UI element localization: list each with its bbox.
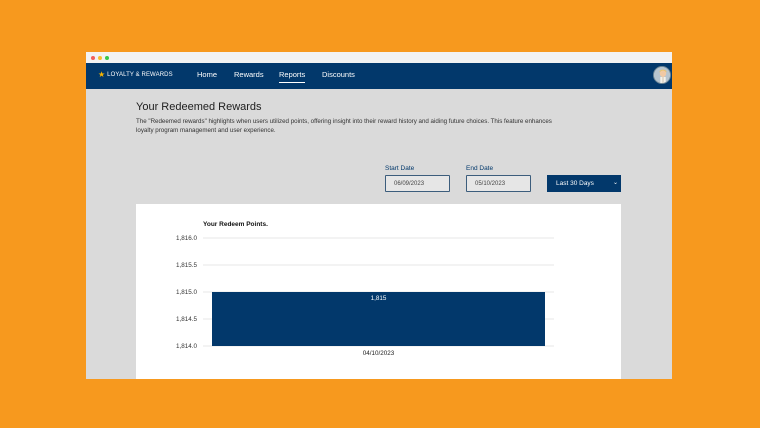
date-range-value: Last 30 Days (556, 180, 594, 187)
page-title: Your Redeemed Rewards (136, 101, 262, 113)
chart-card: Your Redeem Points. 1,814.0 1,814.5 1,815.… (136, 204, 621, 379)
start-date-input[interactable]: 06/09/2023 (385, 175, 450, 192)
y-tick-label: 1,814.5 (176, 316, 198, 323)
top-navbar: ★ LOYALTY & REWARDS Home Rewards Reports… (86, 63, 672, 89)
page-description: The "Redeemed rewards" highlights when u… (136, 118, 552, 134)
minimize-dot[interactable] (98, 55, 102, 60)
bar-data-label: 1,815 (371, 295, 387, 302)
end-date-label: End Date (466, 165, 494, 172)
brand-name: LOYALTY & REWARDS (107, 72, 173, 78)
start-date-value: 06/09/2023 (394, 180, 425, 187)
y-tick-label: 1,815.5 (176, 262, 198, 269)
y-tick-label: 1,816.0 (176, 235, 198, 242)
redeem-points-chart: 1,814.0 1,814.5 1,815.0 1,815.5 1,816.0 1,815… (176, 235, 554, 357)
start-date-label: Start Date (385, 165, 415, 172)
end-date-input[interactable]: 05/10/2023 (466, 175, 531, 192)
app-window: ★ LOYALTY & REWARDS Home Rewards Reports… (86, 52, 672, 379)
star-icon: ★ (98, 70, 106, 79)
y-tick-label: 1,815.0 (176, 289, 198, 296)
y-tick-label: 1,814.0 (176, 343, 198, 350)
nav-reports[interactable]: Reports (279, 70, 306, 83)
date-range-select[interactable]: Last 30 Days ⌄ (547, 175, 621, 192)
close-dot[interactable] (91, 55, 95, 60)
nav-home[interactable]: Home (197, 70, 217, 80)
nav-rewards[interactable]: Rewards (234, 70, 264, 80)
chevron-down-icon: ⌄ (612, 180, 618, 186)
brand-logo[interactable]: ★ LOYALTY & REWARDS (98, 70, 173, 80)
x-tick-label: 04/10/2023 (363, 350, 395, 357)
user-portrait-icon (654, 67, 670, 83)
main-content: Your Redeemed Rewards The "Redeemed rewa… (86, 89, 672, 379)
nav-discounts[interactable]: Discounts (322, 70, 355, 80)
window-titlebar (86, 52, 672, 63)
end-date-value: 05/10/2023 (475, 180, 506, 187)
user-avatar[interactable] (653, 66, 671, 84)
maximize-dot[interactable] (105, 55, 109, 60)
